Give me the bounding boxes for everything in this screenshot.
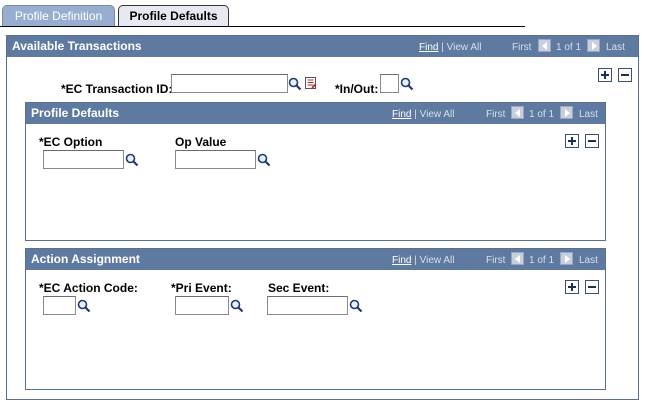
delete-row-icon[interactable] xyxy=(618,68,632,82)
nav-separator: | xyxy=(414,109,417,120)
action-assignment-title: Action Assignment xyxy=(31,252,140,266)
action-assignment-header: Action Assignment Find | View All First … xyxy=(26,249,605,270)
last-label[interactable]: Last xyxy=(606,42,625,53)
ec-transaction-id-label: *EC Transaction ID: xyxy=(61,82,173,96)
lookup-icon[interactable] xyxy=(257,153,271,167)
profile-defaults-panel: Profile Defaults Find | View All First 1… xyxy=(25,102,606,241)
pri-event-label: *Pri Event: xyxy=(171,281,232,295)
view-all-link[interactable]: View All xyxy=(447,42,482,53)
first-arrow-icon[interactable] xyxy=(511,252,524,265)
tab-profile-defaults[interactable]: Profile Defaults xyxy=(118,5,229,27)
last-arrow-icon[interactable] xyxy=(560,106,573,119)
first-arrow-icon[interactable] xyxy=(511,106,524,119)
lookup-icon[interactable] xyxy=(125,153,139,167)
nav-separator: | xyxy=(414,255,417,266)
delete-row-icon[interactable] xyxy=(585,134,599,148)
action-assignment-panel: Action Assignment Find | View All First … xyxy=(25,248,606,390)
ec-transaction-id-field[interactable] xyxy=(171,74,288,93)
lookup-icon[interactable] xyxy=(288,77,302,91)
header-nav: Find | View All xyxy=(392,255,454,266)
last-arrow-icon[interactable] xyxy=(587,39,600,52)
find-link[interactable]: Find xyxy=(392,109,411,120)
lookup-icon[interactable] xyxy=(400,77,414,91)
op-value-label: Op Value xyxy=(175,135,227,149)
row-count: 1 of 1 xyxy=(529,255,555,266)
delete-row-icon[interactable] xyxy=(585,280,599,294)
profile-defaults-title: Profile Defaults xyxy=(31,106,120,120)
view-all-link[interactable]: View All xyxy=(420,255,455,266)
nav-separator: | xyxy=(441,42,444,53)
sec-event-label: Sec Event: xyxy=(268,281,330,295)
add-row-icon[interactable] xyxy=(598,68,612,82)
row-count: 1 of 1 xyxy=(529,109,555,120)
lookup-icon[interactable] xyxy=(349,299,363,313)
lookup-icon[interactable] xyxy=(230,299,244,313)
add-row-icon[interactable] xyxy=(565,134,579,148)
available-transactions-header: Available Transactions Find | View All F… xyxy=(7,36,638,57)
available-transactions-title: Available Transactions xyxy=(12,39,142,53)
last-arrow-icon[interactable] xyxy=(560,252,573,265)
tab-divider xyxy=(0,26,525,27)
ec-option-label: *EC Option xyxy=(39,135,103,149)
sec-event-field[interactable] xyxy=(267,296,348,315)
header-nav: Find | View All xyxy=(392,109,454,120)
tab-profile-definition[interactable]: Profile Definition xyxy=(2,5,115,26)
header-nav: Find | View All xyxy=(419,42,481,53)
in-out-label: *In/Out: xyxy=(335,82,379,96)
first-arrow-icon[interactable] xyxy=(538,39,551,52)
last-label[interactable]: Last xyxy=(579,255,598,266)
in-out-field[interactable] xyxy=(380,74,399,93)
ec-action-code-field[interactable] xyxy=(43,296,76,315)
ec-action-code-label: *EC Action Code: xyxy=(39,281,138,295)
ec-option-field[interactable] xyxy=(43,150,124,169)
op-value-field[interactable] xyxy=(175,150,256,169)
first-label[interactable]: First xyxy=(512,42,531,53)
add-row-icon[interactable] xyxy=(565,280,579,294)
profile-defaults-header: Profile Defaults Find | View All First 1… xyxy=(26,103,605,124)
last-label[interactable]: Last xyxy=(579,109,598,120)
find-link[interactable]: Find xyxy=(392,255,411,266)
first-label[interactable]: First xyxy=(486,255,505,266)
lookup-icon[interactable] xyxy=(77,299,91,313)
first-label[interactable]: First xyxy=(486,109,505,120)
view-all-link[interactable]: View All xyxy=(420,109,455,120)
pri-event-field[interactable] xyxy=(175,296,229,315)
row-count: 1 of 1 xyxy=(556,42,582,53)
find-link[interactable]: Find xyxy=(419,42,438,53)
detail-page-icon[interactable] xyxy=(304,76,318,90)
